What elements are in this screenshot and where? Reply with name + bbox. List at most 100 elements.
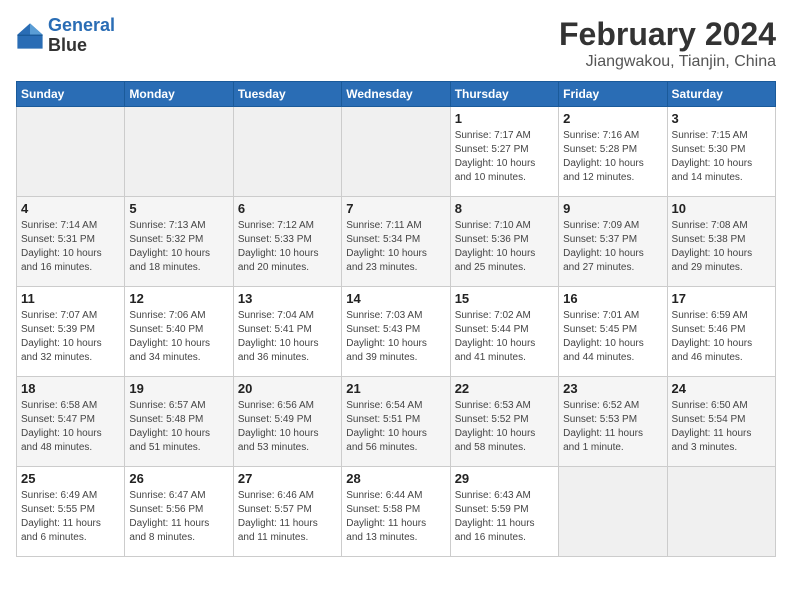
day-cell: 29 Sunrise: 6:43 AM Sunset: 5:59 PM Dayli… [450,467,558,557]
week-row-3: 11 Sunrise: 7:07 AM Sunset: 5:39 PM Dayli… [17,287,776,377]
day-number: 19 [129,381,228,396]
day-info: Sunrise: 6:54 AM Sunset: 5:51 PM Dayligh… [346,399,445,455]
day-info: Sunrise: 7:15 AM Sunset: 5:30 PM Dayligh… [672,129,771,185]
day-cell: 22Sunrise: 6:53 AM Sunset: 5:52 PM Dayli… [450,377,558,467]
day-cell: 27 Sunrise: 6:46 AM Sunset: 5:57 PM Dayli… [233,467,341,557]
day-cell: 18Sunrise: 6:58 AM Sunset: 5:47 PM Dayli… [17,377,125,467]
day-number: 14 [346,291,445,306]
day-info: Sunrise: 7:14 AM Sunset: 5:31 PM Dayligh… [21,219,120,275]
day-number: 12 [129,291,228,306]
day-info: Sunrise: 7:09 AM Sunset: 5:37 PM Dayligh… [563,219,662,275]
day-cell: 7Sunrise: 7:11 AM Sunset: 5:34 PM Daylig… [342,197,450,287]
day-number: 1 [455,111,554,126]
day-number: 8 [455,201,554,216]
day-cell: 19 Sunrise: 6:57 AM Sunset: 5:48 PM Dayli… [125,377,233,467]
day-cell: 1 Sunrise: 7:17 AM Sunset: 5:27 PM Daylig… [450,107,558,197]
day-cell [17,107,125,197]
day-cell [342,107,450,197]
day-cell: 13 Sunrise: 7:04 AM Sunset: 5:41 PM Dayli… [233,287,341,377]
day-cell [559,467,667,557]
day-info: Sunrise: 7:04 AM Sunset: 5:41 PM Dayligh… [238,309,337,365]
title-area: February 2024 Jiangwakou, Tianjin, China [559,16,776,71]
header-day-wednesday: Wednesday [342,82,450,107]
day-number: 5 [129,201,228,216]
day-info: Sunrise: 7:06 AM Sunset: 5:40 PM Dayligh… [129,309,228,365]
day-info: Sunrise: 6:43 AM Sunset: 5:59 PM Dayligh… [455,489,554,545]
day-cell: 15 Sunrise: 7:02 AM Sunset: 5:44 PM Dayli… [450,287,558,377]
day-number: 26 [129,471,228,486]
logo-icon [16,22,44,50]
day-cell: 23Sunrise: 6:52 AM Sunset: 5:53 PM Dayli… [559,377,667,467]
day-number: 9 [563,201,662,216]
day-cell: 21 Sunrise: 6:54 AM Sunset: 5:51 PM Dayli… [342,377,450,467]
day-number: 2 [563,111,662,126]
day-info: Sunrise: 7:17 AM Sunset: 5:27 PM Dayligh… [455,129,554,185]
day-number: 10 [672,201,771,216]
day-cell [233,107,341,197]
day-cell: 20Sunrise: 6:56 AM Sunset: 5:49 PM Dayli… [233,377,341,467]
day-number: 28 [346,471,445,486]
header-day-thursday: Thursday [450,82,558,107]
day-cell: 8 Sunrise: 7:10 AM Sunset: 5:36 PM Daylig… [450,197,558,287]
day-number: 15 [455,291,554,306]
day-cell: 2 Sunrise: 7:16 AM Sunset: 5:28 PM Daylig… [559,107,667,197]
day-number: 21 [346,381,445,396]
day-number: 3 [672,111,771,126]
day-info: Sunrise: 7:10 AM Sunset: 5:36 PM Dayligh… [455,219,554,275]
day-info: Sunrise: 6:46 AM Sunset: 5:57 PM Dayligh… [238,489,337,545]
logo-line1: General [48,15,115,35]
day-cell: 6 Sunrise: 7:12 AM Sunset: 5:33 PM Daylig… [233,197,341,287]
day-number: 27 [238,471,337,486]
day-info: Sunrise: 7:02 AM Sunset: 5:44 PM Dayligh… [455,309,554,365]
day-cell: 17 Sunrise: 6:59 AM Sunset: 5:46 PM Dayli… [667,287,775,377]
day-cell [667,467,775,557]
day-cell: 5 Sunrise: 7:13 AM Sunset: 5:32 PM Daylig… [125,197,233,287]
day-info: Sunrise: 6:59 AM Sunset: 5:46 PM Dayligh… [672,309,771,365]
day-info: Sunrise: 7:07 AM Sunset: 5:39 PM Dayligh… [21,309,120,365]
header-day-sunday: Sunday [17,82,125,107]
header-day-monday: Monday [125,82,233,107]
day-cell: 9 Sunrise: 7:09 AM Sunset: 5:37 PM Daylig… [559,197,667,287]
day-number: 20 [238,381,337,396]
day-info: Sunrise: 6:53 AM Sunset: 5:52 PM Dayligh… [455,399,554,455]
day-cell: 28 Sunrise: 6:44 AM Sunset: 5:58 PM Dayli… [342,467,450,557]
day-info: Sunrise: 7:01 AM Sunset: 5:45 PM Dayligh… [563,309,662,365]
day-cell: 24 Sunrise: 6:50 AM Sunset: 5:54 PM Dayli… [667,377,775,467]
week-row-5: 25 Sunrise: 6:49 AM Sunset: 5:55 PM Dayli… [17,467,776,557]
day-info: Sunrise: 6:49 AM Sunset: 5:55 PM Dayligh… [21,489,120,545]
header: General Blue February 2024 Jiangwakou, T… [16,16,776,71]
day-cell: 4 Sunrise: 7:14 AM Sunset: 5:31 PM Daylig… [17,197,125,287]
calendar-table: SundayMondayTuesdayWednesdayThursdayFrid… [16,81,776,557]
day-info: Sunrise: 7:16 AM Sunset: 5:28 PM Dayligh… [563,129,662,185]
day-info: Sunrise: 7:11 AM Sunset: 5:34 PM Dayligh… [346,219,445,275]
header-day-saturday: Saturday [667,82,775,107]
day-number: 16 [563,291,662,306]
day-cell: 12 Sunrise: 7:06 AM Sunset: 5:40 PM Dayli… [125,287,233,377]
logo-text: General Blue [48,16,115,56]
day-number: 25 [21,471,120,486]
week-row-1: 1 Sunrise: 7:17 AM Sunset: 5:27 PM Daylig… [17,107,776,197]
day-cell: 16 Sunrise: 7:01 AM Sunset: 5:45 PM Dayli… [559,287,667,377]
header-day-tuesday: Tuesday [233,82,341,107]
main-title: February 2024 [559,16,776,53]
day-cell: 11 Sunrise: 7:07 AM Sunset: 5:39 PM Dayli… [17,287,125,377]
logo-line2: Blue [48,36,115,56]
day-number: 13 [238,291,337,306]
day-info: Sunrise: 6:57 AM Sunset: 5:48 PM Dayligh… [129,399,228,455]
day-info: Sunrise: 7:03 AM Sunset: 5:43 PM Dayligh… [346,309,445,365]
day-number: 6 [238,201,337,216]
day-number: 11 [21,291,120,306]
day-number: 4 [21,201,120,216]
day-number: 24 [672,381,771,396]
day-number: 17 [672,291,771,306]
day-info: Sunrise: 7:13 AM Sunset: 5:32 PM Dayligh… [129,219,228,275]
day-info: Sunrise: 6:50 AM Sunset: 5:54 PM Dayligh… [672,399,771,455]
day-info: Sunrise: 6:44 AM Sunset: 5:58 PM Dayligh… [346,489,445,545]
day-cell: 14 Sunrise: 7:03 AM Sunset: 5:43 PM Dayli… [342,287,450,377]
day-number: 29 [455,471,554,486]
day-number: 23 [563,381,662,396]
day-cell: 25 Sunrise: 6:49 AM Sunset: 5:55 PM Dayli… [17,467,125,557]
day-info: Sunrise: 7:12 AM Sunset: 5:33 PM Dayligh… [238,219,337,275]
day-cell [125,107,233,197]
day-info: Sunrise: 6:47 AM Sunset: 5:56 PM Dayligh… [129,489,228,545]
